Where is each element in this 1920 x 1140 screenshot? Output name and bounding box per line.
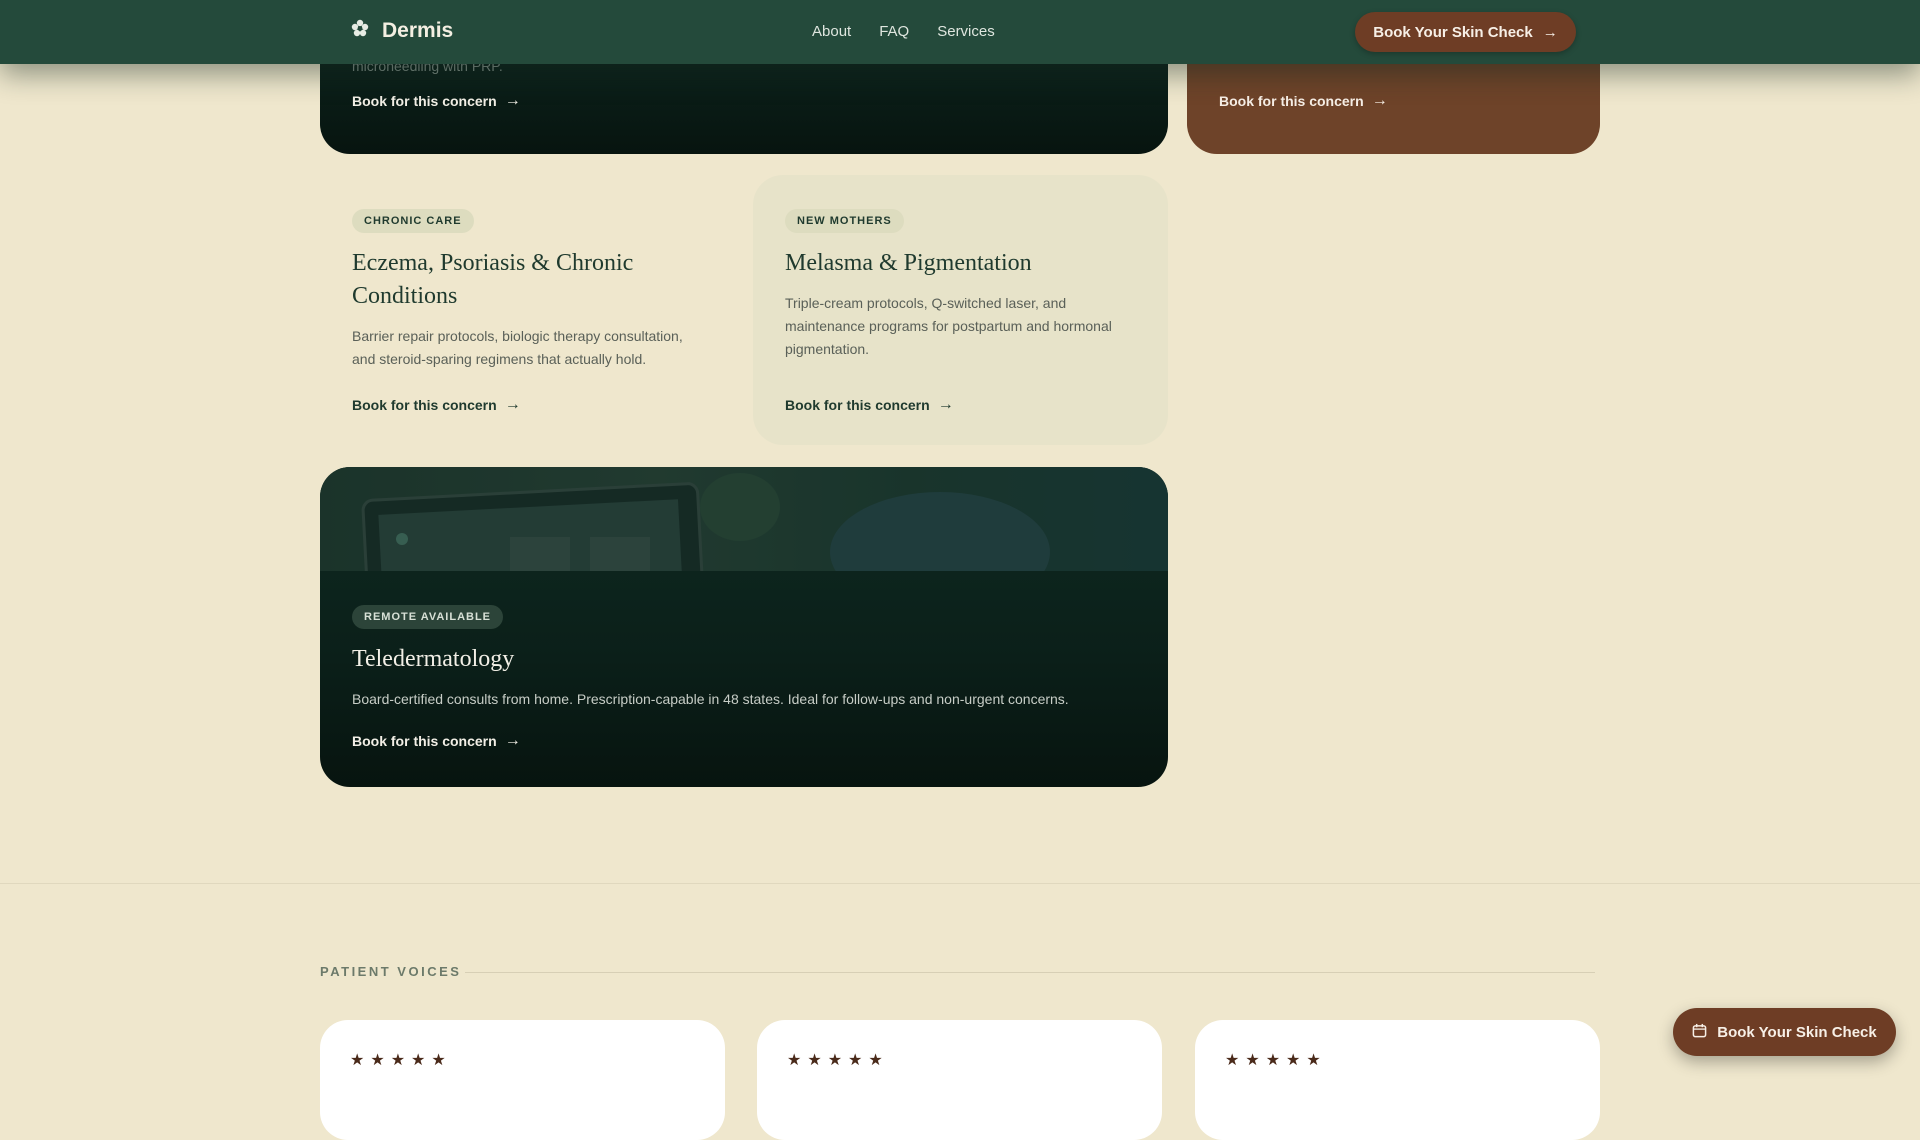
- star-rating: ★★★★★: [1225, 1052, 1327, 1069]
- testimonial-card: ★★★★★: [320, 1020, 725, 1140]
- testimonial-card: ★★★★★: [757, 1020, 1162, 1140]
- card-description-line: maintenance programs for postpartum and …: [785, 318, 1112, 334]
- card-title: Eczema, Psoriasis & Chronic Conditions: [352, 247, 712, 313]
- service-card-melasma: NEW MOTHERS Melasma & Pigmentation Tripl…: [753, 175, 1168, 445]
- arrow-right-icon: →: [937, 396, 954, 413]
- section-rule: [465, 972, 1595, 973]
- book-concern-link[interactable]: Book for this concern →: [352, 92, 521, 110]
- book-concern-label: Book for this concern: [1219, 93, 1364, 109]
- book-skin-check-label: Book Your Skin Check: [1373, 23, 1533, 41]
- book-skin-check-button[interactable]: Book Your Skin Check →: [1355, 12, 1576, 52]
- tag-badge: REMOTE AVAILABLE: [352, 605, 504, 629]
- testimonial-card: ★★★★★: [1195, 1020, 1600, 1140]
- arrow-right-icon: →: [1542, 23, 1558, 41]
- arrow-right-icon: →: [1371, 92, 1388, 109]
- card-description-line: and steroid-sparing regimens that actual…: [352, 351, 647, 367]
- floating-book-skin-check-button[interactable]: Book Your Skin Check: [1673, 1008, 1896, 1056]
- top-navbar: Dermis About FAQ Services Book Your Skin…: [0, 0, 1920, 64]
- floating-cta-label: Book Your Skin Check: [1717, 1023, 1877, 1041]
- nav-link-services[interactable]: Services: [937, 23, 995, 40]
- card-description: Barrier repair protocols, biologic thera…: [352, 325, 712, 371]
- arrow-right-icon: →: [504, 92, 521, 109]
- nav-links: About FAQ Services: [812, 23, 995, 40]
- arrow-right-icon: →: [504, 732, 521, 749]
- laptop-consult-image: [320, 467, 1168, 571]
- service-card-teledermatology: REMOTE AVAILABLE Teledermatology Board-c…: [320, 467, 1168, 787]
- brand-logo[interactable]: Dermis: [350, 18, 453, 43]
- book-concern-label: Book for this concern: [352, 733, 497, 749]
- nav-link-faq[interactable]: FAQ: [879, 23, 909, 40]
- book-concern-link[interactable]: Book for this concern →: [1219, 92, 1388, 110]
- section-label-patient-voices: PATIENT VOICES: [320, 964, 462, 979]
- card-title-line: Eczema, Psoriasis & Chronic: [352, 250, 634, 276]
- book-concern-link[interactable]: Book for this concern →: [352, 732, 521, 750]
- card-title: Melasma & Pigmentation: [785, 250, 1032, 276]
- arrow-right-icon: →: [504, 396, 521, 413]
- book-concern-link[interactable]: Book for this concern →: [352, 396, 521, 414]
- card-description-line: pigmentation.: [785, 341, 870, 357]
- calendar-icon: [1692, 1023, 1707, 1042]
- book-concern-label: Book for this concern: [352, 93, 497, 109]
- section-divider: [0, 883, 1920, 884]
- book-concern-link[interactable]: Book for this concern →: [785, 396, 954, 414]
- card-title: Teledermatology: [352, 646, 515, 672]
- flower-icon: [350, 18, 370, 43]
- card-description: Triple-cream protocols, Q-switched laser…: [785, 292, 1145, 361]
- star-rating: ★★★★★: [787, 1052, 889, 1069]
- book-concern-label: Book for this concern: [785, 397, 930, 413]
- card-description-line: Barrier repair protocols, biologic thera…: [352, 328, 683, 344]
- book-concern-label: Book for this concern: [352, 397, 497, 413]
- card-description-line: Triple-cream protocols, Q-switched laser…: [785, 295, 1067, 311]
- card-title-line: Conditions: [352, 283, 458, 309]
- tag-badge: CHRONIC CARE: [352, 209, 474, 233]
- service-card-eczema: CHRONIC CARE Eczema, Psoriasis & Chronic…: [320, 175, 733, 445]
- brand-name: Dermis: [382, 18, 454, 42]
- nav-link-about[interactable]: About: [812, 23, 851, 40]
- star-rating: ★★★★★: [350, 1052, 452, 1069]
- tag-badge: NEW MOTHERS: [785, 209, 904, 233]
- card-description: Board-certified consults from home. Pres…: [352, 691, 1069, 707]
